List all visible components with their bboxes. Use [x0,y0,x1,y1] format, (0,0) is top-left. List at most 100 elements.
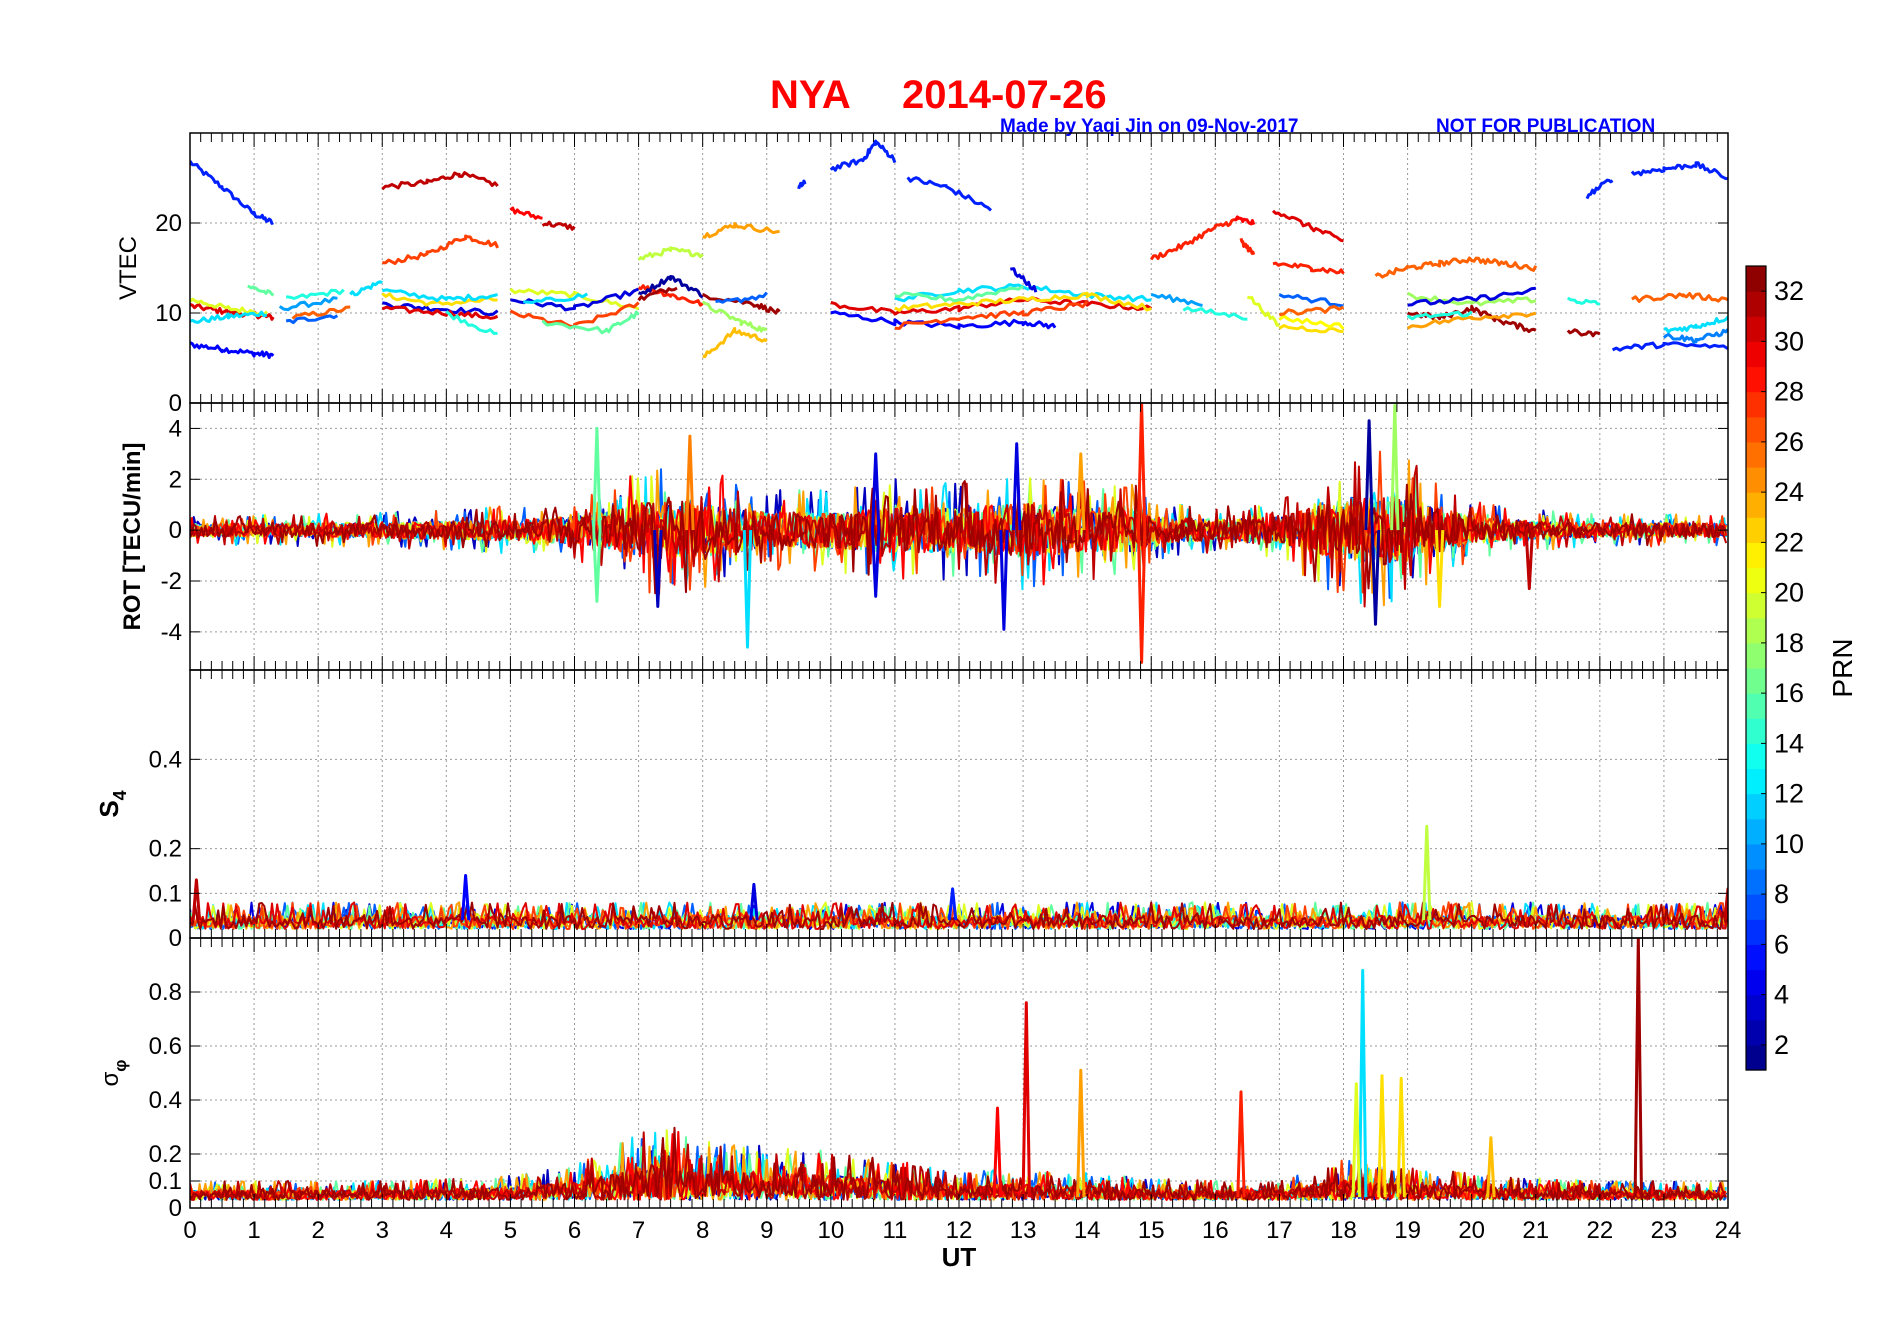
colorbar-bin [1746,1019,1766,1046]
panel-VTEC: 0 10 20 VTEC [115,132,1729,417]
x-tick-label: 13 [1010,1217,1037,1244]
colorbar-bin [1746,693,1766,719]
colorbar-tick-label: 2 [1774,1030,1789,1060]
colorbar-bin [1746,743,1766,770]
vtec-segment-prn-23 [702,326,768,359]
x-tick-label: 10 [817,1217,844,1244]
plot-panels: 01020VTEC-4-2024ROT [TECU/min]00.10.20.4… [94,132,1742,1272]
colorbar-tick-label: 14 [1774,728,1804,758]
y-axis-label: ROT [TECU/min] [119,443,146,631]
panel-sigma_phi: 00.10.20.40.60.8σφ0 1 2 3 4 5 6 7 8 9 10 11 12 13 14 15… [97,937,1742,1272]
vtec-segment-prn-26 [1279,305,1345,317]
vtec-segment-prn-16 [247,284,275,297]
colorbar-bin [1746,517,1766,543]
x-tick-label: 15 [1138,1217,1165,1244]
x-tick-label: 1 [247,1217,260,1244]
vtec-segment-prn-30 [1271,209,1344,243]
credit-notice: NOT FOR PUBLICATION [1436,116,1655,137]
y-tick-label: 10 [155,300,182,327]
x-tick-label: 11 [882,1217,907,1244]
x-tick-label: 24 [1715,1217,1742,1244]
x-tick-label: 23 [1651,1217,1678,1244]
x-axis-label: UT [942,1242,977,1272]
colorbar-bin [1746,441,1766,468]
vtec-segment-prn-27 [382,234,499,265]
x-tick-label: 20 [1458,1217,1485,1244]
y-tick-label: 0.1 [149,880,182,907]
colorbar-bin [1746,869,1766,895]
data-lines [190,938,1728,1201]
vtec-segment-prn-12 [523,292,589,304]
spike-prn-12 [1358,968,1368,1198]
y-tick-label: 0.2 [149,836,182,863]
x-tick-label: 7 [632,1217,645,1244]
vtec-segment-prn-10 [1150,292,1203,307]
x-tick-label: 8 [696,1217,709,1244]
x-tick-label: 18 [1330,1217,1357,1244]
colorbar-bin [1746,316,1766,342]
vtec-segment-prn-31 [541,220,576,231]
colorbar-tick-label: 4 [1774,980,1789,1010]
grid [190,670,1728,938]
colorbar-tick-label: 18 [1774,628,1804,658]
vtec-segment-prn-28 [1239,237,1256,256]
y-tick-label: 20 [155,210,182,237]
x-tick-label: 19 [1394,1217,1421,1244]
colorbar-bin [1746,919,1766,945]
colorbar-bin [1746,793,1766,820]
panel-ROT: -4 -2 0 2 4 ROT [TECU/min] [119,402,1729,671]
y-tick-label: 0 [169,1195,182,1222]
grid [190,133,1728,403]
y-tick-label: 0.4 [149,1087,182,1114]
chart-stage: NYA 2014-07-26 Made by Yaqi Jin on 09-No… [0,0,1904,1330]
colorbar-bin [1746,969,1766,996]
vtec-segment-prn-6 [1630,161,1728,181]
vtec-segment-prn-28 [1272,261,1345,275]
x-tick-label: 12 [946,1217,973,1244]
x-tick-label: 3 [376,1217,389,1244]
colorbar-bin [1746,341,1766,368]
data-lines [190,824,1728,931]
vtec-segment-prn-24 [702,222,780,239]
y-tick-label: 0 [169,517,182,544]
spike-prn-32 [1633,938,1643,1198]
vtec-segment-prn-26 [1374,256,1538,279]
title-station: NYA [770,73,851,117]
colorbar-bin [1746,617,1766,644]
colorbar-bin [1746,391,1766,418]
y-tick-label: 0 [169,925,182,952]
vtec-segment-prn-29 [509,206,543,220]
colorbar-tick-label: 8 [1774,879,1789,909]
colorbar: 2468101214161820222426283032PRN [1745,265,1858,1071]
chart-title: NYA 2014-07-26 [770,73,1107,117]
colorbar-tick-label: 26 [1774,427,1804,457]
colorbar-tick-label: 30 [1774,326,1804,356]
vtec-segment-prn-26 [1631,292,1728,303]
colorbar-tick-label: 20 [1774,578,1804,608]
y-tick-label: 0.1 [149,1168,182,1195]
y-axis-label: VTEC [115,236,142,300]
vtec-segment-prn-14 [1566,296,1601,306]
colorbar-bin [1746,542,1766,569]
vtec-segment-prn-28 [1150,216,1242,261]
y-axis-label: S4 [94,790,130,817]
chart-svg: NYA 2014-07-26 Made by Yaqi Jin on 09-No… [94,73,1858,1272]
grid [190,938,1728,1208]
vtec-segment-prn-12 [349,280,383,297]
vtec-segment-prn-19 [637,246,704,261]
colorbar-label: PRN [1827,638,1858,697]
title-date: 2014-07-26 [902,73,1107,117]
colorbar-bin [1746,592,1766,619]
colorbar-bin [1746,843,1766,870]
colorbar-bin [1746,894,1766,920]
y-axis-label-sub: φ [111,1060,130,1072]
colorbar-tick-label: 24 [1774,477,1804,507]
y-tick-label: 0.4 [149,746,182,773]
colorbar-bin [1746,718,1766,744]
vtec-segment-prn-20 [1246,295,1280,327]
vtec-segment-prn-12 [1663,315,1728,334]
vtec-segment-prn-31 [381,171,499,191]
y-tick-label: -4 [161,619,182,646]
colorbar-bin [1746,768,1766,795]
colorbar-bin [1746,266,1766,292]
